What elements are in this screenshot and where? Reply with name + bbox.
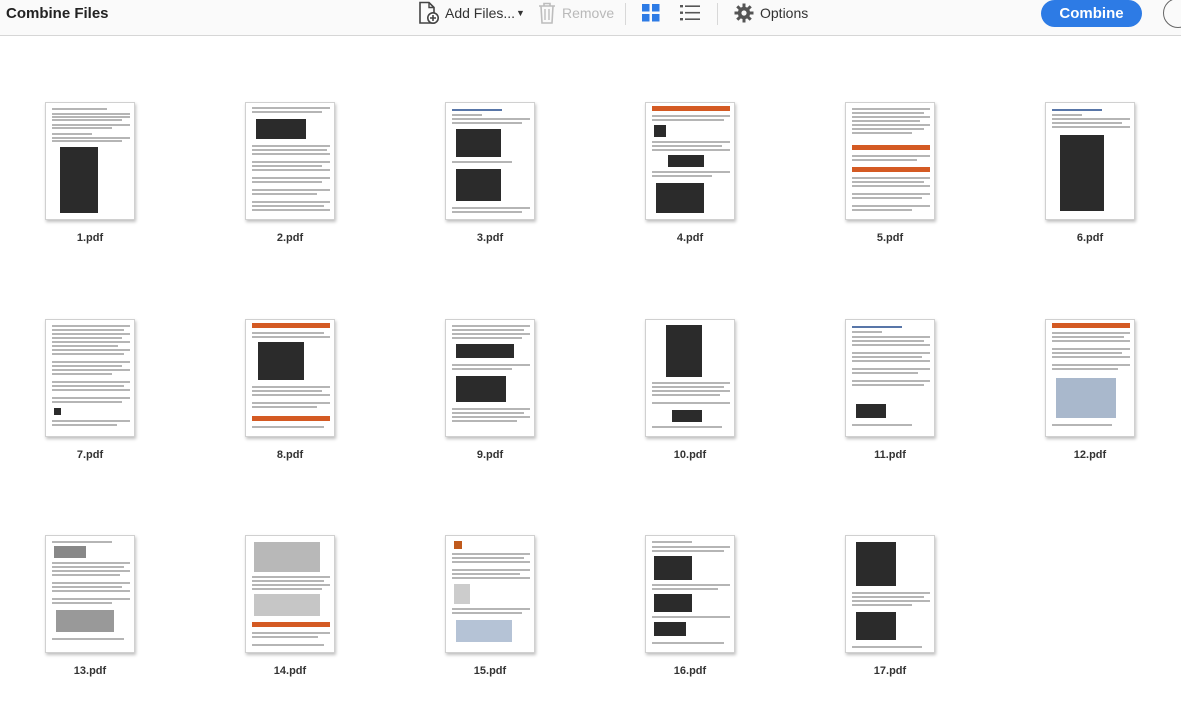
file-tile[interactable]: 9.pdf	[420, 319, 560, 489]
file-tile[interactable]: 8.pdf	[220, 319, 360, 489]
file-name: 3.pdf	[476, 232, 504, 244]
toolbar-divider	[717, 3, 718, 25]
file-name: 4.pdf	[676, 232, 704, 244]
file-name: 13.pdf	[73, 665, 107, 677]
toolbar-divider	[625, 3, 626, 25]
file-tile[interactable]: 6.pdf	[1020, 102, 1160, 272]
file-name: 16.pdf	[673, 665, 707, 677]
grid-view-button[interactable]	[641, 0, 661, 26]
page-thumbnail	[245, 319, 335, 437]
list-view-button[interactable]	[680, 0, 700, 26]
app-title: Combine Files	[6, 5, 109, 22]
help-button[interactable]	[1163, 0, 1181, 28]
file-name: 5.pdf	[876, 232, 904, 244]
file-name: 1.pdf	[76, 232, 104, 244]
file-grid: 1.pdf 2.pdf 3.pdf 4.pdf 5.pdf 6.pdf 7.pd…	[0, 37, 1181, 705]
options-label: Options	[760, 5, 809, 21]
page-thumbnail	[445, 535, 535, 653]
file-tile[interactable]: 2.pdf	[220, 102, 360, 272]
page-thumbnail	[45, 535, 135, 653]
page-thumbnail	[845, 319, 935, 437]
file-tile[interactable]: 7.pdf	[20, 319, 160, 489]
file-tile[interactable]: 10.pdf	[620, 319, 760, 489]
file-name: 11.pdf	[874, 449, 906, 461]
page-thumbnail	[645, 319, 735, 437]
file-name: 6.pdf	[1076, 232, 1104, 244]
options-button[interactable]: Options	[734, 0, 808, 26]
page-thumbnail	[445, 319, 535, 437]
file-tile[interactable]: 12.pdf	[1020, 319, 1160, 489]
page-thumbnail	[445, 102, 535, 220]
toolbar: Combine Files Add Files... ▼ Remove Opti…	[0, 0, 1181, 36]
trash-icon	[538, 2, 556, 24]
file-tile[interactable]: 17.pdf	[820, 535, 960, 705]
grid-view-icon	[641, 3, 661, 23]
file-tile[interactable]: 5.pdf	[820, 102, 960, 272]
add-file-icon	[418, 1, 440, 25]
gear-icon	[734, 3, 754, 23]
chevron-down-icon: ▼	[516, 8, 525, 18]
list-view-icon	[680, 4, 700, 22]
file-tile[interactable]: 14.pdf	[220, 535, 360, 705]
combine-button[interactable]: Combine	[1041, 0, 1142, 27]
page-thumbnail	[45, 102, 135, 220]
file-name: 12.pdf	[1073, 449, 1107, 461]
file-name: 2.pdf	[276, 232, 304, 244]
file-tile[interactable]: 11.pdf	[820, 319, 960, 489]
file-name: 15.pdf	[473, 665, 507, 677]
file-name: 7.pdf	[76, 449, 104, 461]
page-thumbnail	[45, 319, 135, 437]
add-files-button[interactable]: Add Files... ▼	[418, 0, 525, 26]
file-tile[interactable]: 15.pdf	[420, 535, 560, 705]
page-thumbnail	[845, 102, 935, 220]
file-tile[interactable]: 1.pdf	[20, 102, 160, 272]
page-thumbnail	[845, 535, 935, 653]
file-tile[interactable]: 3.pdf	[420, 102, 560, 272]
file-tile[interactable]: 4.pdf	[620, 102, 760, 272]
page-thumbnail	[1045, 102, 1135, 220]
file-name: 8.pdf	[276, 449, 304, 461]
file-name: 14.pdf	[273, 665, 307, 677]
page-thumbnail	[1045, 319, 1135, 437]
page-thumbnail	[245, 102, 335, 220]
remove-label: Remove	[562, 5, 615, 21]
add-files-label: Add Files...	[445, 5, 516, 21]
file-name: 17.pdf	[873, 665, 907, 677]
file-tile[interactable]: 13.pdf	[20, 535, 160, 705]
file-name: 10.pdf	[673, 449, 707, 461]
file-tile[interactable]: 16.pdf	[620, 535, 760, 705]
file-name: 9.pdf	[476, 449, 504, 461]
page-thumbnail	[645, 102, 735, 220]
page-thumbnail	[245, 535, 335, 653]
page-thumbnail	[645, 535, 735, 653]
remove-button[interactable]: Remove	[538, 0, 614, 26]
